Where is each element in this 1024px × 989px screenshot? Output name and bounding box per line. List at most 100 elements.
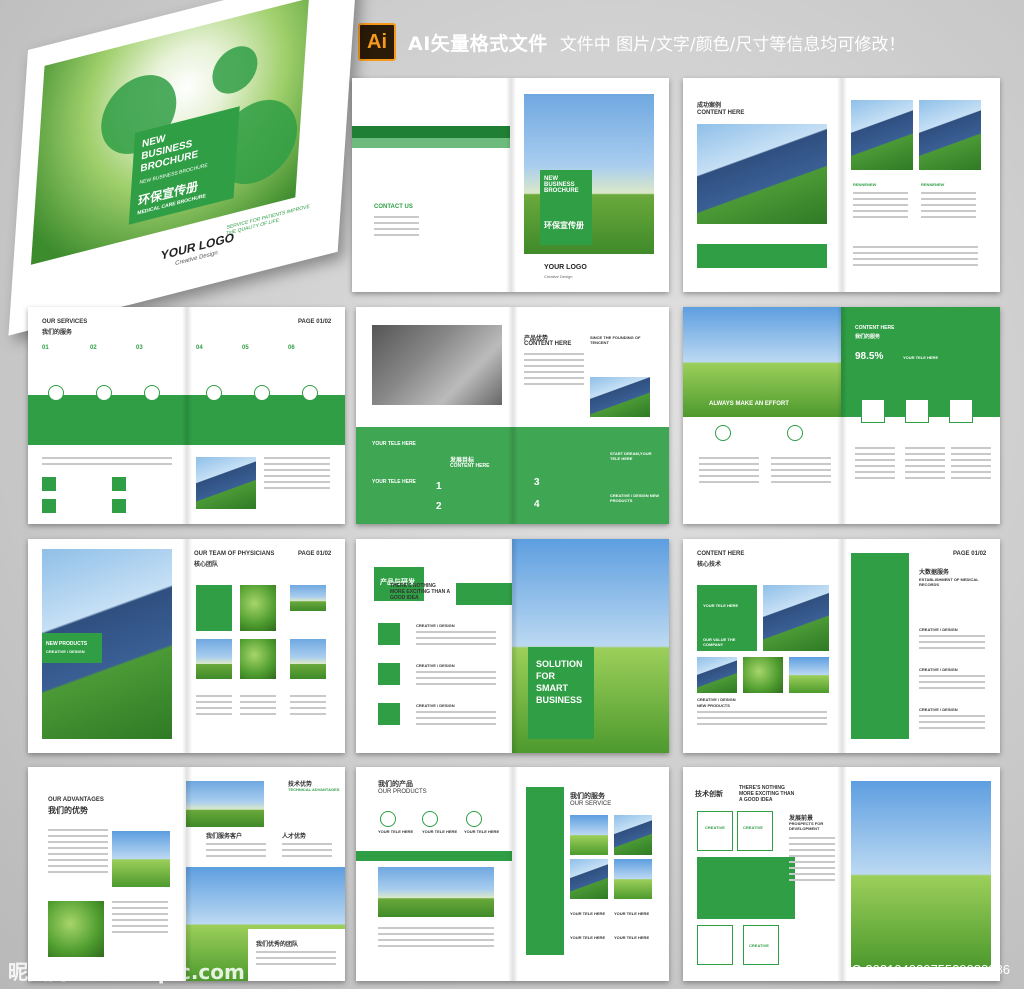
team-newp: NEW PRODUCTS — [46, 641, 88, 647]
service-icon — [48, 385, 64, 401]
rd-icon — [378, 703, 400, 725]
spread-fold — [505, 78, 516, 292]
effort-banner: ALWAYS MAKE AN EFFORT — [709, 401, 789, 407]
service-title-cn: 我们的服务 — [570, 792, 605, 800]
service-tele: YOUR TELE HERE — [570, 911, 606, 916]
service-icon — [302, 385, 318, 401]
rd-icon — [378, 663, 400, 685]
rd-creative: CREATIVE / DESIGN — [416, 623, 455, 628]
tech-title: CONTENT HERE — [697, 551, 745, 557]
spread-fold — [181, 767, 192, 981]
adv-dev-en: CONTENT HERE — [450, 463, 490, 469]
back-stripe — [352, 126, 510, 138]
advantages-city-photo — [186, 781, 264, 827]
tech-green-column — [851, 553, 909, 739]
team-photo — [290, 639, 326, 679]
advantages-text — [256, 951, 336, 969]
products-tele: YOUR TELE HERE — [378, 829, 414, 834]
team-photo — [290, 585, 326, 611]
effort-text — [855, 447, 895, 483]
service-icon — [96, 385, 112, 401]
innovation-creative: CREATIVE — [749, 943, 769, 948]
case-photo-2 — [919, 100, 981, 170]
tech-photo — [697, 657, 737, 693]
services-page: PAGE 01/02 — [298, 319, 332, 325]
spread-effort: ALWAYS MAKE AN EFFORT CONTENT HERE 我们的服务… — [683, 307, 1000, 524]
service-list-icon — [42, 477, 56, 491]
tech-photo — [743, 657, 783, 693]
spread-fold — [181, 539, 192, 753]
team-page: PAGE 01/02 — [298, 551, 332, 557]
effort-icon-box — [949, 399, 973, 423]
effort-text — [699, 457, 759, 487]
adv-start: START DREAM,YOUR TELE HERE — [610, 451, 652, 461]
adv-title-en: CONTENT HERE — [524, 341, 572, 347]
adv-number: 4 — [534, 499, 540, 510]
adv-number: 1 — [436, 481, 442, 492]
service-photo — [570, 859, 608, 899]
service-number: 01 — [42, 345, 49, 351]
spread-research: 产品与研发 THERE'S NOTHING MORE EXCITING THAN… — [356, 539, 669, 753]
rd-solution-box: SOLUTION FOR SMART BUSINESS — [528, 647, 594, 739]
rd-solution-line: FOR — [536, 671, 555, 681]
header: Ai AI矢量格式文件 文件中 图片/文字/颜色/尺寸等信息均可修改！ — [358, 23, 905, 61]
case-green-band — [697, 244, 827, 268]
effort-percent: 98.5% — [855, 351, 884, 362]
innovation-wind-photo — [851, 781, 991, 967]
rd-text — [416, 671, 496, 689]
case-label: RENNENEW — [921, 182, 945, 187]
tech-value: OUR VALUE THE COMPANY — [703, 637, 736, 647]
front-chinese-title: 环保宣传册 — [544, 221, 584, 230]
tech-est: ESTABLISHMENT OF MEDICAL RECORDS — [919, 577, 979, 587]
rd-solution-line: SOLUTION — [536, 659, 583, 669]
service-photo — [614, 859, 652, 899]
advantages-title-cn: 我们的优势 — [48, 806, 88, 815]
products-icon — [466, 811, 482, 827]
innovation-green-panel — [697, 857, 795, 919]
adv-tele: YOUR TELE HERE — [372, 441, 416, 447]
tech-photo — [763, 585, 829, 651]
advantages-title: OUR ADVANTAGES — [48, 797, 104, 803]
rd-solution-line: BUSINESS — [536, 695, 583, 705]
spread-tech-innovation: 技术创新 THERE'S NOTHING MORE EXCITING THAN … — [683, 767, 1000, 981]
tech-creative: CREATIVE / DESIGN — [919, 707, 958, 712]
spread-fold — [836, 539, 847, 753]
case-title-en: CONTENT HERE — [697, 110, 745, 116]
rd-creative: CREATIVE / DESIGN — [416, 703, 455, 708]
spread-our-products: 我们的产品 OUR PRODUCTS YOUR TELE HERE YOUR T… — [356, 767, 669, 981]
effort-icon — [787, 425, 803, 441]
advantages-photo — [48, 901, 104, 957]
tech-creative: CREATIVE / DESIGN — [919, 667, 958, 672]
innovation-text — [789, 837, 835, 885]
service-icon — [206, 385, 222, 401]
team-photo — [240, 639, 276, 679]
adv-photo — [590, 377, 650, 417]
services-title: OUR SERVICES — [42, 319, 88, 325]
advantages-text — [48, 829, 108, 877]
adv-text — [524, 353, 584, 389]
contact-lines — [374, 216, 419, 240]
service-icon — [254, 385, 270, 401]
service-number: 06 — [288, 345, 295, 351]
adv-number: 3 — [534, 477, 540, 488]
adv-tele: YOUR TELE HERE — [372, 479, 416, 485]
effort-text — [771, 457, 831, 487]
advantages-photo — [112, 831, 170, 887]
illustrator-icon: Ai — [358, 23, 396, 61]
rd-text — [416, 631, 496, 649]
tech-green-card: YOUR TELE HERE OUR VALUE THE COMPANY — [697, 585, 757, 651]
effort-text — [951, 447, 991, 483]
team-label-box: NEW PRODUCTS CREATIVE / DESIGN — [42, 633, 102, 663]
team-photo — [240, 585, 276, 631]
service-tele: YOUR TELE HERE — [614, 911, 650, 916]
products-text — [378, 927, 494, 951]
effort-icon-box — [861, 399, 885, 423]
spread-success-cases: 成功案例 CONTENT HERE RENNENEW RENNENEW — [683, 78, 1000, 292]
spread-core-tech: CONTENT HERE 核心技术 PAGE 01/02 YOUR TELE H… — [683, 539, 1000, 753]
adv-creative: CREATIVE / DESIGN NEW PRODUCTS — [610, 493, 660, 503]
team-title-cn: 核心团队 — [194, 561, 219, 568]
advantages-team-box: 我们优秀的团队 — [248, 929, 345, 981]
spread-cover: CONTACT US NEW BUSINESS BROCHURE 环保宣传册 Y… — [352, 78, 669, 292]
team-title: OUR TEAM OF PHYSICIANS — [194, 551, 275, 557]
tech-tele: YOUR TELE HERE — [703, 603, 739, 608]
